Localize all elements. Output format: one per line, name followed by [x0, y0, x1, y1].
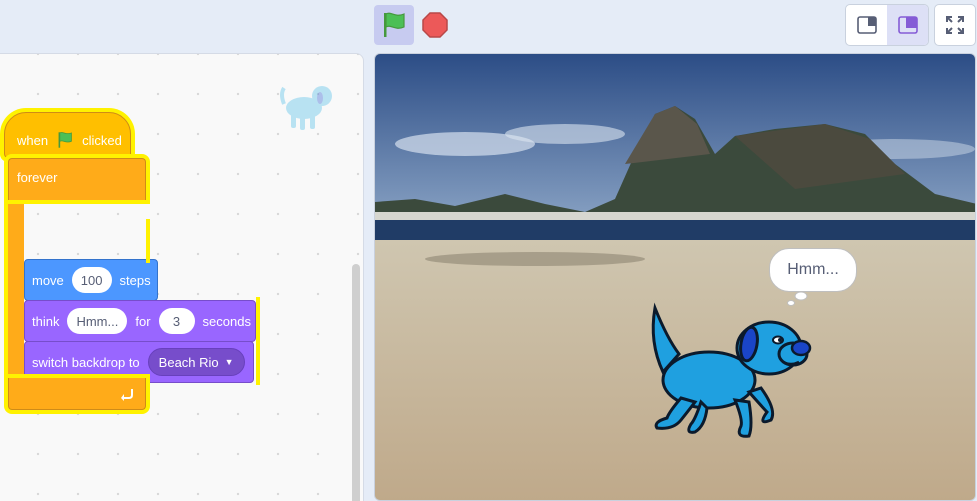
loop-arrow-icon [121, 388, 133, 401]
backdrop-dropdown-value: Beach Rio [158, 354, 219, 370]
think-seconds-input[interactable]: 3 [158, 308, 195, 334]
forever-label: forever [17, 170, 58, 185]
think-for-seconds-block[interactable]: think Hmm... for 3 seconds [24, 300, 256, 342]
forever-block-end [8, 378, 146, 410]
think-label: think [32, 313, 60, 329]
workspace-scrollbar[interactable] [352, 264, 360, 501]
steps-label: steps [119, 272, 151, 288]
forever-block[interactable]: forever [8, 158, 146, 200]
stage-layout-toggle [845, 4, 929, 46]
green-flag-icon [58, 132, 72, 148]
green-flag-icon [384, 12, 405, 37]
glow-edge [256, 297, 260, 385]
dog-sprite-thumbnail-icon [280, 86, 332, 130]
move-steps-input[interactable]: 100 [71, 267, 112, 293]
hat-word-clicked: clicked [82, 132, 122, 148]
stage[interactable]: Hmm... [374, 53, 976, 501]
backdrop-dropdown[interactable]: Beach Rio ▼ [147, 348, 245, 376]
switch-backdrop-label: switch backdrop to [32, 354, 140, 370]
small-stage-icon [856, 16, 877, 34]
move-steps-block[interactable]: move 100 steps [24, 259, 158, 301]
thought-bubble: Hmm... [769, 248, 857, 292]
glow-edge [146, 219, 150, 263]
normal-stage-button[interactable] [887, 5, 928, 45]
small-stage-button[interactable] [846, 5, 887, 45]
seconds-label: seconds [202, 313, 251, 329]
for-label: for [135, 313, 151, 329]
dog-sprite[interactable] [645, 302, 813, 444]
chevron-down-icon: ▼ [224, 357, 234, 367]
fullscreen-icon [946, 16, 964, 34]
stop-button[interactable] [420, 10, 450, 40]
think-message-input[interactable]: Hmm... [67, 308, 128, 334]
fullscreen-button[interactable] [934, 4, 976, 46]
hat-word-when: when [17, 132, 49, 148]
normal-stage-icon [897, 16, 918, 34]
when-flag-clicked-block[interactable]: when clicked [4, 112, 131, 158]
green-flag-button[interactable] [374, 5, 414, 45]
switch-backdrop-block[interactable]: switch backdrop to Beach Rio ▼ [24, 341, 254, 383]
move-label: move [32, 272, 64, 288]
forever-block-arm [8, 196, 24, 382]
stop-sign-icon [422, 12, 448, 38]
